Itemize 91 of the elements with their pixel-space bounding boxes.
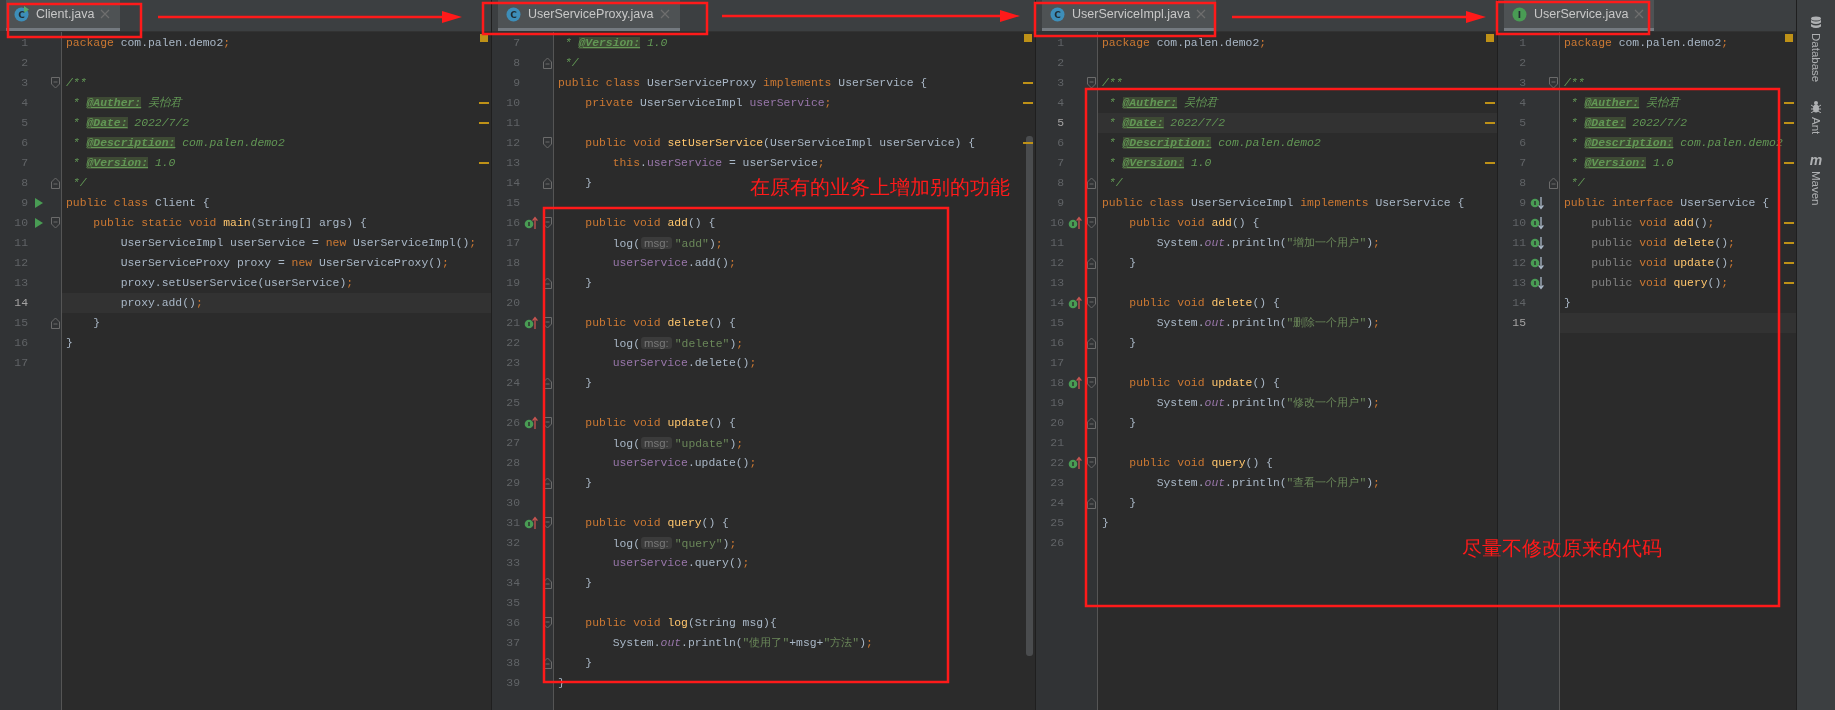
code-line: log( msg: "update"); [611,435,744,452]
code-line: this.userService = userService; [611,156,825,171]
maven-icon: m [1809,152,1823,167]
code-line: userService.delete(); [611,356,757,371]
code-line: } [584,176,593,191]
code-line: proxy.setUserService(userService); [119,276,354,291]
code-line: * @Date: 2022/7/2 [71,116,190,131]
code-line: public void query(); [1590,276,1729,291]
code-line: * @Version: 1.0 [563,36,668,51]
code-line: public void query() { [584,516,729,531]
code-line: } [1128,336,1137,351]
tool-window-button[interactable]: Database [1808,14,1824,85]
code-line: public void add(); [1590,216,1715,231]
code-line: } [66,336,73,351]
tool-window-button[interactable]: Ant [1808,98,1824,137]
code-line: * @Version: 1.0 [71,156,176,171]
code-line: */ [563,56,579,71]
code-line: public void add() { [584,216,716,231]
interface-icon: I [1512,6,1528,22]
code-line: log( msg: "query"); [611,535,737,552]
code-line: package com.palen.demo2; [1564,36,1729,51]
code-line: System.out.println("查看一个用户"); [1155,476,1380,491]
line-number: 14 [14,297,28,309]
code-line: UserServiceImpl userService = new UserServiceImpl(); [119,236,477,251]
code-line: /** [1102,76,1123,91]
code-line: } [92,316,101,331]
code-line: public class UserServiceImpl implements UserService { [1102,196,1465,211]
tool-window-button[interactable]: m Maven [1807,150,1825,208]
code-line: * @Auther: 吴怡君 [71,95,182,111]
code-line: proxy.add(); [119,296,203,311]
code-line: package com.palen.demo2; [66,36,231,51]
code-line: userService.update(); [611,456,757,471]
code-line: public void add() { [1128,216,1260,231]
code-line: public void delete(); [1590,236,1735,251]
code-line: public void log(String msg){ [584,616,777,631]
code-line: System.out.println("增加一个用户"); [1155,236,1380,251]
code-line: } [1564,296,1571,311]
code-line: } [584,376,593,391]
code-line: * @Description: com.palen.demo2 [71,136,285,151]
code-line: userService.query(); [611,556,750,571]
code-line: UserServiceProxy proxy = new UserServiceProxy(); [119,256,449,271]
code-line: userService.add(); [611,256,736,271]
code-line: * @Date: 2022/7/2 [1569,116,1688,131]
editor-tab[interactable]: C UserServiceImpl.java [1042,0,1217,31]
code-line: } [1128,416,1137,431]
code-line: public void setUserService(UserServiceImpl userService) { [584,136,975,151]
code-line: public class Client { [66,196,210,211]
code-line: private UserServiceImpl userService; [584,96,832,111]
code-line: /** [66,76,87,91]
code-line: public void update() { [584,416,736,431]
code-line: public void delete() { [584,316,736,331]
code-line: public void update(); [1590,256,1735,271]
code-line: public static void main(String[] args) { [92,216,367,231]
editor-tab[interactable]: C UserServiceProxy.java [498,0,680,31]
code-line: * @Date: 2022/7/2 [1107,116,1226,131]
code-line: * @Version: 1.0 [1107,156,1212,171]
code-line: * @Description: com.palen.demo2 [1107,136,1321,151]
class-icon: C [1050,6,1066,22]
code-line: */ [1107,176,1123,191]
code-line: * @Auther: 吴怡君 [1569,95,1680,111]
editor-tab[interactable]: I UserService.java [1504,0,1655,31]
code-line: * @Auther: 吴怡君 [1107,95,1218,111]
editor-tab[interactable]: C Client.java [6,0,121,31]
code-line: } [1128,496,1137,511]
code-line: public void update() { [1128,376,1280,391]
code-line: public interface UserService { [1564,196,1770,211]
annotation-text: 尽量不修改原来的代码 [1462,536,1662,560]
code-line: public void delete() { [1128,296,1280,311]
code-line: log( msg: "delete"); [611,335,744,352]
code-line: } [584,656,593,671]
code-line: package com.palen.demo2; [1102,36,1267,51]
code-line: public class UserServiceProxy implements UserService { [558,76,928,91]
code-line: } [584,276,593,291]
class-icon: C [14,6,30,22]
code-line: System.out.println("使用了"+msg+"方法"); [611,636,873,651]
code-line: log( msg: "add"); [611,235,723,252]
code-line: } [584,476,593,491]
line-number: 5 [1057,117,1064,129]
code-line: System.out.println("修改一个用户"); [1155,396,1380,411]
code-line: * @Version: 1.0 [1569,156,1674,171]
code-line: System.out.println("删除一个用户"); [1155,316,1380,331]
code-line: /** [1564,76,1585,91]
code-line: } [584,576,593,591]
class-icon: C [506,6,522,22]
code-line: public void query() { [1128,456,1273,471]
code-line: */ [71,176,87,191]
code-line: } [1128,256,1137,271]
annotation-text: 在原有的业务上增加别的功能 [750,175,1010,199]
code-line: */ [1569,176,1585,191]
line-number: 15 [1512,317,1526,329]
code-line: } [1102,516,1109,531]
